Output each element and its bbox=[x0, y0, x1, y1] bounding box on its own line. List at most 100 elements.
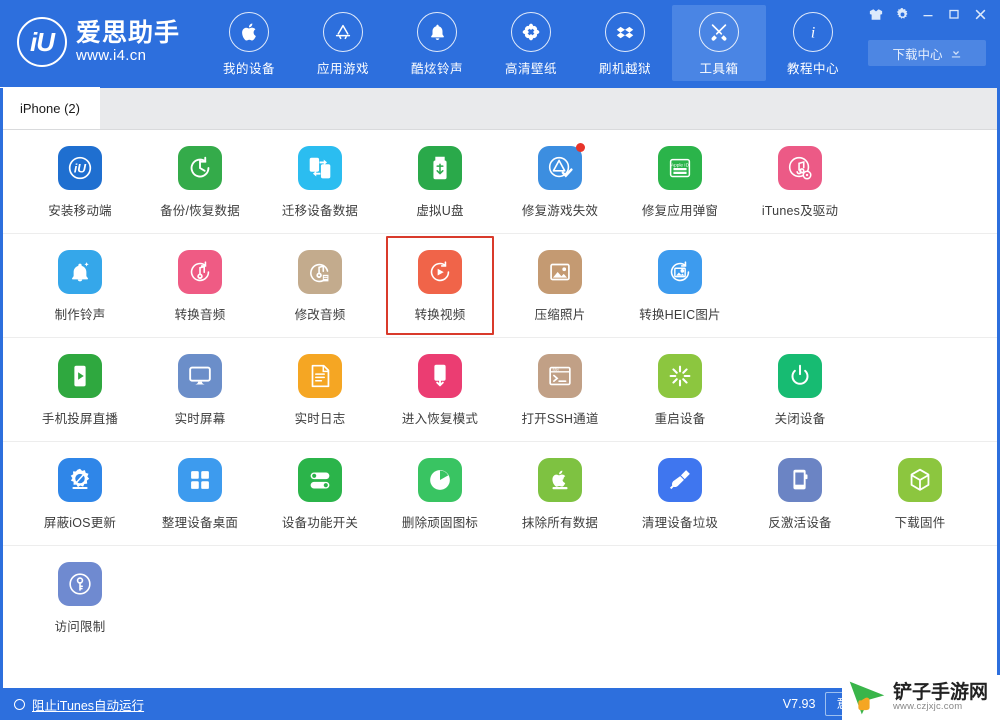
nav-item-tutorials[interactable]: i 教程中心 bbox=[766, 5, 860, 81]
tool-tile-fix-app-popup[interactable]: Apple ID 修复应用弹窗 bbox=[620, 130, 740, 233]
skin-icon[interactable] bbox=[864, 4, 888, 24]
tool-tile-deactivate-device[interactable]: 反激活设备 bbox=[740, 442, 860, 545]
tool-tile-screen-cast[interactable]: 手机投屏直播 bbox=[20, 338, 140, 441]
i4-logo-icon: iU bbox=[17, 17, 67, 67]
tool-tile-edit-audio[interactable]: 修改音频 bbox=[260, 234, 380, 337]
close-button[interactable] bbox=[968, 4, 992, 24]
tool-tile-remove-stubborn-icon[interactable]: 删除顽固图标 bbox=[380, 442, 500, 545]
tool-tile-realtime-screen[interactable]: 实时屏幕 bbox=[140, 338, 260, 441]
tool-tile-backup-restore[interactable]: 备份/恢复数据 bbox=[140, 130, 260, 233]
tool-tile-label: 转换音频 bbox=[174, 308, 226, 322]
svg-text:iU: iU bbox=[74, 162, 87, 176]
tool-tile-ssh-tunnel[interactable]: SSH 打开SSH通道 bbox=[500, 338, 620, 441]
tool-tile-convert-audio[interactable]: 转换音频 bbox=[140, 234, 260, 337]
tool-tile-label: 迁移设备数据 bbox=[281, 204, 359, 218]
flower-icon bbox=[511, 12, 552, 52]
i4-app-icon: iU bbox=[58, 146, 102, 190]
access-restriction-icon bbox=[58, 562, 102, 606]
nav-label: 教程中心 bbox=[787, 62, 840, 76]
tool-tile-feature-toggle[interactable]: 设备功能开关 bbox=[260, 442, 380, 545]
download-icon bbox=[951, 47, 960, 58]
download-center-button[interactable]: 下载中心 bbox=[868, 40, 986, 66]
tool-tile-label: 手机投屏直播 bbox=[41, 412, 119, 426]
tool-tile-label: 清理设备垃圾 bbox=[641, 516, 719, 530]
tool-tile-label: 修改音频 bbox=[294, 308, 346, 322]
tool-tile-label: 压缩照片 bbox=[534, 308, 586, 322]
appstore-icon bbox=[323, 12, 364, 52]
tool-tile-virtual-usb[interactable]: 虚拟U盘 bbox=[380, 130, 500, 233]
tool-tile-label: 备份/恢复数据 bbox=[160, 204, 240, 218]
nav-label: 高清壁纸 bbox=[505, 62, 558, 76]
tool-tile-convert-video[interactable]: 转换视频 bbox=[380, 234, 500, 337]
apple-icon bbox=[229, 12, 270, 52]
device-tab-bar: iPhone (2) bbox=[0, 87, 1000, 130]
tool-tile-compress-photo[interactable]: 压缩照片 bbox=[500, 234, 620, 337]
tool-tile-label: 转换HEIC图片 bbox=[639, 308, 721, 322]
shutdown-device-icon bbox=[778, 354, 822, 398]
tool-tile-shutdown-device[interactable]: 关闭设备 bbox=[740, 338, 860, 441]
maximize-button[interactable] bbox=[942, 4, 966, 24]
backup-restore-icon bbox=[178, 146, 222, 190]
convert-audio-icon bbox=[178, 250, 222, 294]
tool-tile-realtime-log[interactable]: 实时日志 bbox=[260, 338, 380, 441]
minimize-button[interactable] bbox=[916, 4, 940, 24]
nav-label: 刷机越狱 bbox=[599, 62, 652, 76]
tools-icon bbox=[699, 12, 740, 52]
tool-tile-label: 访问限制 bbox=[54, 620, 106, 634]
gear-icon[interactable] bbox=[890, 4, 914, 24]
watermark-url: www.czjxjc.com bbox=[893, 701, 963, 713]
toolbox-row: 手机投屏直播 实时屏幕 实时日志 进入恢复模式 SSH 打开SSH通道 重启设备… bbox=[0, 338, 1000, 442]
tool-tile-itunes-driver[interactable]: iTunes及驱动 bbox=[740, 130, 860, 233]
nav-item-my-device[interactable]: 我的设备 bbox=[202, 5, 296, 81]
tool-tile-block-ios-update[interactable]: 屏蔽iOS更新 bbox=[20, 442, 140, 545]
tool-tile-organize-desktop[interactable]: 整理设备桌面 bbox=[140, 442, 260, 545]
tool-tile-label: 修复应用弹窗 bbox=[641, 204, 719, 218]
tool-tile-label: 抹除所有数据 bbox=[521, 516, 599, 530]
erase-data-icon bbox=[538, 458, 582, 502]
nav-item-wallpapers[interactable]: 高清壁纸 bbox=[484, 5, 578, 81]
tool-tile-label: 转换视频 bbox=[414, 308, 466, 322]
tab-iphone[interactable]: iPhone (2) bbox=[0, 87, 100, 129]
tool-tile-label: 实时屏幕 bbox=[174, 412, 226, 426]
tool-tile-install-mobile[interactable]: iU 安装移动端 bbox=[20, 130, 140, 233]
toolbox-row: 访问限制 bbox=[0, 546, 1000, 649]
tool-tile-label: 设备功能开关 bbox=[281, 516, 359, 530]
fix-game-icon bbox=[538, 143, 585, 190]
window-frame-left bbox=[0, 88, 3, 688]
brand-name: 爱思助手 bbox=[76, 19, 181, 47]
i4-assistant-window: iU 爱思助手 www.i4.cn 我的设备 应用游戏 酷炫铃声 高清壁纸 刷机… bbox=[0, 0, 1000, 720]
block-ios-update-icon bbox=[58, 458, 102, 502]
tool-tile-label: 下载固件 bbox=[894, 516, 946, 530]
brand-url: www.i4.cn bbox=[76, 47, 147, 65]
tool-tile-label: 虚拟U盘 bbox=[416, 204, 464, 218]
compress-photo-icon bbox=[538, 250, 582, 294]
tool-tile-access-restriction[interactable]: 访问限制 bbox=[20, 546, 140, 649]
nav-label: 工具箱 bbox=[699, 62, 739, 76]
tool-tile-label: 进入恢复模式 bbox=[401, 412, 479, 426]
tool-tile-erase-all-data[interactable]: 抹除所有数据 bbox=[500, 442, 620, 545]
block-itunes-label: 阻止iTunes自动运行 bbox=[32, 698, 145, 713]
tool-tile-convert-heic[interactable]: 转换HEIC图片 bbox=[620, 234, 740, 337]
tool-tile-recovery-mode[interactable]: 进入恢复模式 bbox=[380, 338, 500, 441]
tool-tile-label: 关闭设备 bbox=[774, 412, 826, 426]
nav-item-toolbox[interactable]: 工具箱 bbox=[672, 5, 767, 81]
reboot-device-icon bbox=[658, 354, 702, 398]
watermark-title: 铲子手游网 bbox=[893, 681, 989, 703]
nav-item-flash-jailbreak[interactable]: 刷机越狱 bbox=[578, 5, 672, 81]
recovery-mode-icon bbox=[418, 354, 462, 398]
nav-item-apps-games[interactable]: 应用游戏 bbox=[296, 5, 390, 81]
block-itunes-toggle[interactable]: 阻止iTunes自动运行 bbox=[14, 695, 144, 714]
tool-tile-make-ringtone[interactable]: 制作铃声 bbox=[20, 234, 140, 337]
screen-cast-icon bbox=[58, 354, 102, 398]
tool-tile-clean-junk[interactable]: 清理设备垃圾 bbox=[620, 442, 740, 545]
tool-tile-reboot-device[interactable]: 重启设备 bbox=[620, 338, 740, 441]
tool-tile-fix-game[interactable]: 修复游戏失效 bbox=[500, 130, 620, 233]
usb-drive-icon bbox=[418, 146, 462, 190]
ssh-tunnel-icon: SSH bbox=[538, 354, 582, 398]
nav-item-ringtones[interactable]: 酷炫铃声 bbox=[390, 5, 484, 81]
brand-logo-group: iU 爱思助手 www.i4.cn bbox=[17, 17, 180, 67]
watermark: 铲子手游网 www.czjxjc.com bbox=[842, 675, 1000, 720]
feature-toggle-icon bbox=[298, 458, 342, 502]
tool-tile-migrate-data[interactable]: 迁移设备数据 bbox=[260, 130, 380, 233]
tool-tile-download-firmware[interactable]: 下载固件 bbox=[860, 442, 980, 545]
